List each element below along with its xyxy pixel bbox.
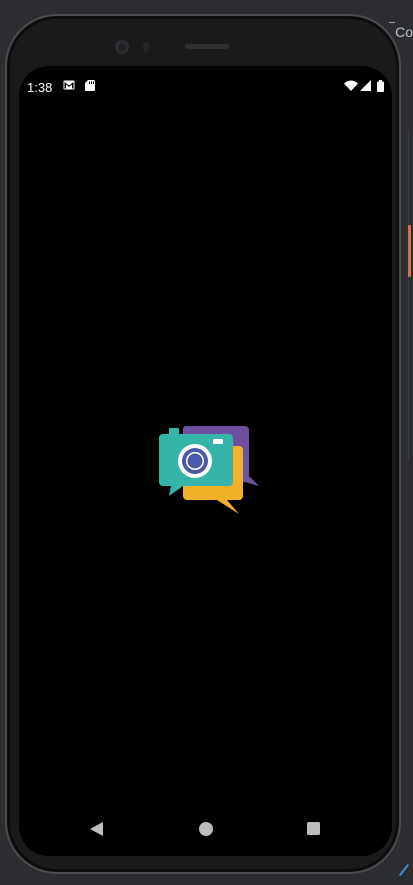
ide-scroll-marker[interactable]	[408, 225, 411, 277]
camera-chat-logo-icon	[159, 426, 259, 514]
recents-icon[interactable]	[307, 822, 320, 835]
back-icon[interactable]	[90, 822, 103, 836]
navigation-bar	[19, 804, 392, 856]
ide-panel-label[interactable]: Co	[395, 24, 413, 40]
wifi-icon	[344, 80, 358, 91]
front-camera	[115, 40, 129, 54]
sd-card-icon	[85, 80, 95, 91]
battery-icon	[377, 80, 384, 92]
earpiece-speaker	[185, 44, 229, 49]
status-time: 1:38	[27, 80, 53, 95]
gmail-icon	[63, 80, 75, 90]
home-icon[interactable]	[199, 822, 213, 836]
ide-scroll-track	[408, 130, 409, 460]
status-bar: 1:38	[19, 66, 392, 108]
signal-icon	[360, 80, 371, 91]
device-screen: 1:38	[19, 66, 392, 856]
ide-toolbar-mark	[389, 22, 395, 27]
proximity-sensor	[143, 42, 149, 52]
